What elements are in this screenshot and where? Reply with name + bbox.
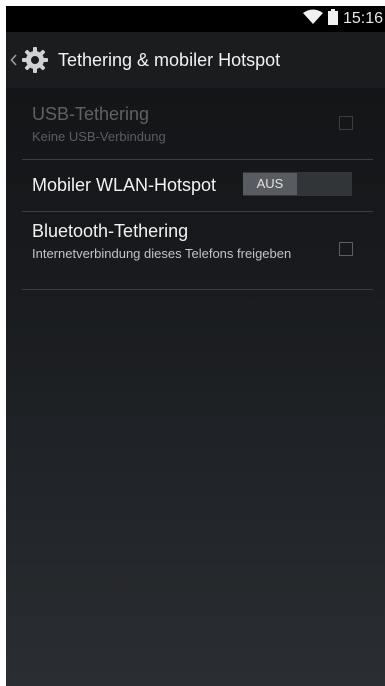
status-time: 15:16 <box>342 10 383 27</box>
status-indicators: 15:16 <box>302 6 383 32</box>
setting-summary: Keine USB-Verbindung <box>32 129 166 144</box>
wlan-hotspot-switch[interactable]: AUS <box>243 172 352 196</box>
setting-title: Mobiler WLAN-Hotspot <box>32 175 217 195</box>
settings-screen: 15:16 Tethering & mobiler Hotspot USB-Te… <box>6 6 385 686</box>
setting-usb-tethering: USB-Tethering Keine USB-Verbindung <box>22 88 373 160</box>
setting-summary: Internetverbindung dieses Telefons freig… <box>32 246 292 261</box>
bluetooth-tethering-checkbox[interactable] <box>339 242 353 256</box>
switch-thumb-label: AUS <box>243 173 297 195</box>
usb-tethering-checkbox <box>339 116 353 130</box>
setting-bluetooth-tethering[interactable]: Bluetooth-Tethering Internetverbindung d… <box>22 212 373 290</box>
battery-icon <box>327 8 338 30</box>
gear-icon[interactable] <box>20 45 50 75</box>
setting-wlan-hotspot[interactable]: Mobiler WLAN-Hotspot AUS <box>22 160 373 212</box>
chevron-left-icon[interactable] <box>8 54 18 66</box>
wifi-icon <box>302 9 323 30</box>
status-bar: 15:16 <box>6 6 385 32</box>
settings-list: USB-Tethering Keine USB-Verbindung Mobil… <box>22 88 373 290</box>
page-title: Tethering & mobiler Hotspot <box>58 49 281 70</box>
action-bar: Tethering & mobiler Hotspot <box>6 32 385 88</box>
setting-title: USB-Tethering <box>32 104 150 124</box>
setting-title: Bluetooth-Tethering <box>32 221 189 241</box>
